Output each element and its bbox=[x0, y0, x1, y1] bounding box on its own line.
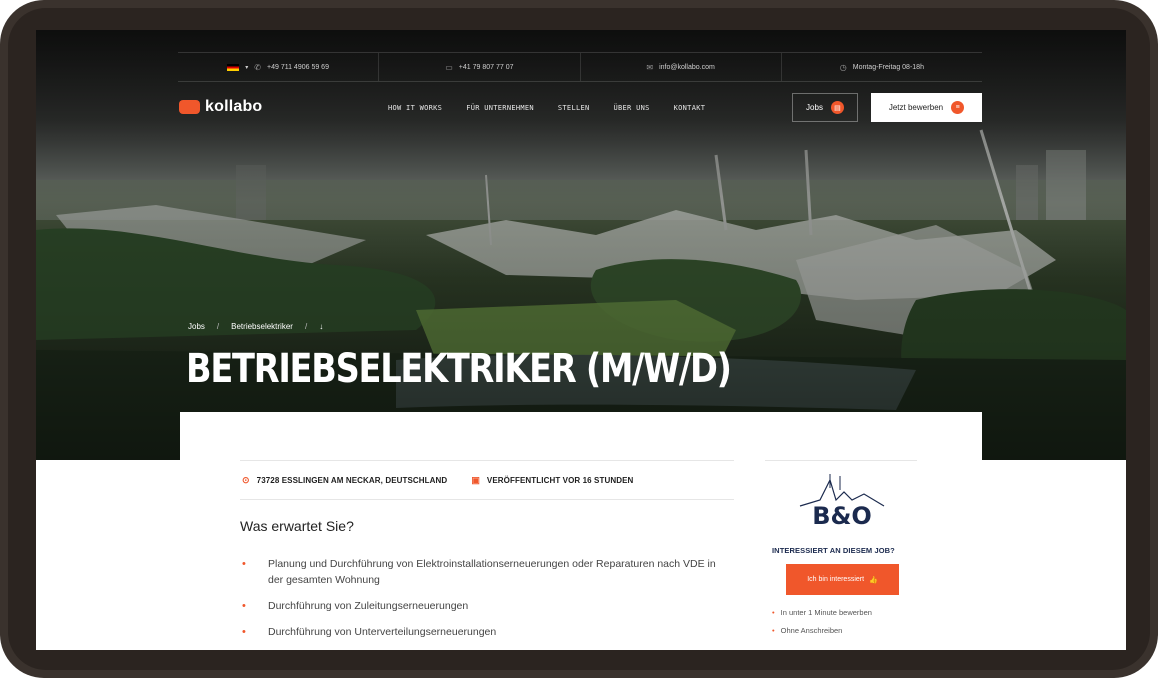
list-item: • Durchführung von Unterverteilungserneue… bbox=[240, 624, 720, 640]
nav-item-fuer-unternehmen[interactable]: FÜR UNTERNEHMEN bbox=[466, 104, 534, 112]
list-item: • Durchführung von Zuleitungserneuerungen bbox=[240, 598, 720, 614]
nav-item-ueber-uns[interactable]: ÜBER UNS bbox=[614, 104, 650, 112]
browser-screen: ▾ ✆ +49 711 4906 59 69 ▭ +41 79 807 77 0… bbox=[36, 30, 1126, 650]
bullet-icon: • bbox=[772, 626, 775, 635]
bullet-icon: • bbox=[242, 626, 246, 638]
logo-text: kollabo bbox=[205, 98, 263, 115]
list-item-text: Durchführung von Unterverteilungserneuer… bbox=[268, 626, 497, 638]
email-link[interactable]: info@kollabo.com bbox=[659, 64, 715, 71]
opening-hours: Montag-Freitag 08-18h bbox=[852, 63, 924, 71]
contact-mobile-cell: ▭ +41 79 807 77 07 bbox=[379, 53, 581, 81]
list-icon: ≡ bbox=[951, 101, 965, 114]
interest-benefits-list: • In unter 1 Minute bewerben • Ohne Anschr… bbox=[772, 608, 872, 644]
contact-phone-cell: ▾ ✆ +49 711 4906 59 69 bbox=[178, 53, 380, 81]
job-published-text: VERÖFFENTLICHT VOR 16 STUNDEN bbox=[486, 475, 634, 485]
contact-hours-cell: ◷ Montag-Freitag 08-18h bbox=[782, 53, 982, 81]
phone-number[interactable]: +49 711 4906 59 69 bbox=[267, 64, 329, 71]
nav-item-how-it-works[interactable]: HOW IT WORKS bbox=[388, 104, 442, 112]
briefcase-icon: ▤ bbox=[830, 101, 844, 114]
breadcrumb-jobs[interactable]: Jobs bbox=[188, 322, 205, 331]
kollabo-logo[interactable]: kollabo bbox=[179, 98, 262, 116]
list-item-text: Ohne Anschreiben bbox=[780, 626, 843, 635]
job-location-text: 73728 ESSLINGEN AM NECKAR, DEUTSCHLAND bbox=[256, 475, 448, 485]
germany-flag-icon[interactable] bbox=[227, 63, 240, 71]
employer-logo-text: B&O bbox=[812, 502, 872, 530]
interested-button-label: Ich bin interessiert bbox=[807, 576, 865, 583]
mail-icon: ✉ bbox=[646, 62, 654, 72]
list-item-text: Planung und Durchführung von Elektroinst… bbox=[268, 558, 716, 586]
job-tasks-list: • Planung und Durchführung von Elektroins… bbox=[240, 556, 720, 650]
job-meta: ⊙ 73728 ESSLINGEN AM NECKAR, DEUTSCHLAND… bbox=[240, 460, 734, 500]
chevron-down-icon[interactable]: ▾ bbox=[245, 64, 248, 71]
jobs-button-label: Jobs bbox=[806, 103, 823, 112]
list-item-text: Durchführung von Zuleitungserneuerungen bbox=[268, 600, 469, 612]
bullet-icon: • bbox=[242, 558, 246, 570]
job-location: ⊙ 73728 ESSLINGEN AM NECKAR, DEUTSCHLAND bbox=[242, 475, 447, 486]
contact-email-cell: ✉ info@kollabo.com bbox=[581, 53, 782, 81]
hero-banner: ▾ ✆ +49 711 4906 59 69 ▭ +41 79 807 77 0… bbox=[36, 30, 1126, 460]
jobs-button[interactable]: Jobs ▤ bbox=[792, 93, 858, 122]
apply-button-label: Jetzt bewerben bbox=[888, 103, 944, 112]
list-item-text: In unter 1 Minute bewerben bbox=[780, 608, 872, 617]
contact-bar: ▾ ✆ +49 711 4906 59 69 ▭ +41 79 807 77 0… bbox=[178, 52, 982, 82]
list-item: • In unter 1 Minute bewerben bbox=[772, 608, 872, 617]
nav-item-kontakt[interactable]: KONTAKT bbox=[674, 104, 706, 112]
page-title: BETRIEBSELEKTRIKER (M/W/D) bbox=[186, 346, 732, 392]
job-published: ▣ VERÖFFENTLICHT VOR 16 STUNDEN bbox=[471, 475, 633, 486]
location-pin-icon: ⊙ bbox=[242, 474, 250, 485]
calendar-icon: ▣ bbox=[471, 474, 480, 485]
interest-card-title: INTERESSIERT AN DIESEM JOB? bbox=[772, 546, 895, 555]
nav-item-stellen[interactable]: STELLEN bbox=[558, 104, 590, 112]
section-title: Was erwartet Sie? bbox=[240, 518, 354, 534]
main-nav: HOW IT WORKS FÜR UNTERNEHMEN STELLEN ÜBE… bbox=[388, 104, 705, 112]
mobile-icon: ▭ bbox=[445, 62, 453, 72]
employer-logo: B&O bbox=[799, 474, 885, 530]
breadcrumb: Jobs / Betriebselektriker / ↓ bbox=[188, 322, 323, 331]
breadcrumb-current: Betriebselektriker bbox=[231, 322, 293, 331]
logo-mark-icon bbox=[179, 100, 200, 114]
interested-button[interactable]: Ich bin interessiert 👍 bbox=[786, 564, 899, 595]
phone-icon: ✆ bbox=[254, 62, 261, 72]
thumbs-up-icon: 👍 bbox=[869, 576, 878, 584]
list-item: • Ohne Anschreiben bbox=[772, 626, 872, 635]
apply-now-button[interactable]: Jetzt bewerben ≡ bbox=[871, 93, 982, 122]
bullet-icon: • bbox=[772, 608, 775, 617]
mobile-number[interactable]: +41 79 807 77 07 bbox=[459, 64, 514, 71]
clock-icon: ◷ bbox=[839, 62, 847, 72]
arrow-down-icon[interactable]: ↓ bbox=[319, 322, 323, 331]
list-item: • Planung und Durchführung von Elektroins… bbox=[240, 556, 720, 588]
breadcrumb-separator: / bbox=[216, 322, 220, 331]
breadcrumb-separator: / bbox=[304, 322, 308, 331]
bullet-icon: • bbox=[242, 600, 246, 612]
